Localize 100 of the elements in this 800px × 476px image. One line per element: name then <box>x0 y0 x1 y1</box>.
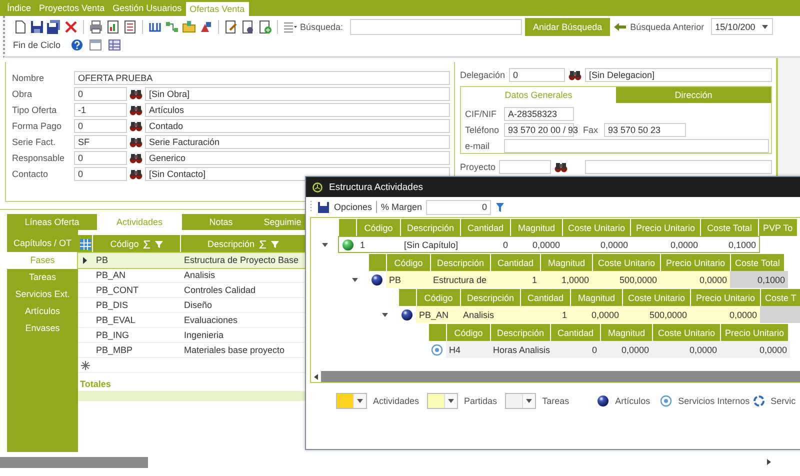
column-header[interactable]: Coste Unitario <box>652 324 720 341</box>
end-cycle-button[interactable]: Fin de Ciclo <box>13 40 61 50</box>
menu-tab[interactable]: Proyectos Venta <box>35 0 109 16</box>
detail-tab[interactable]: Notas <box>182 214 260 230</box>
column-header[interactable]: Descripción <box>400 219 460 236</box>
name-field[interactable]: OFERTA PRUEBA <box>74 71 450 85</box>
nest-search-button[interactable]: Anidar Búsqueda <box>525 18 610 36</box>
save-icon[interactable] <box>30 20 44 34</box>
column-header[interactable]: Coste Unitario <box>622 289 690 306</box>
code-field[interactable]: 0 <box>509 68 565 82</box>
description-field[interactable]: Generico <box>145 151 450 165</box>
column-header[interactable]: Precio Unitario <box>630 219 700 236</box>
column-header[interactable]: Coste Total <box>730 254 784 271</box>
column-header[interactable]: Precio Unitario <box>690 289 760 306</box>
column-header[interactable]: Magnitud <box>600 324 652 341</box>
sidebar-item[interactable]: Tareas <box>7 269 78 286</box>
column-header[interactable]: Código <box>386 254 430 271</box>
column-header[interactable]: Descripción <box>490 324 550 341</box>
column-header[interactable]: Cantidad <box>550 324 600 341</box>
description-field[interactable]: Artículos <box>145 103 450 117</box>
column-header[interactable]: Coste Unitario <box>592 254 660 271</box>
color-dropdown[interactable] <box>505 393 536 409</box>
code-field[interactable] <box>499 160 551 174</box>
binoculars-icon[interactable] <box>129 120 143 132</box>
section-tab[interactable]: Dirección <box>616 87 771 103</box>
sigma-icon[interactable] <box>142 240 151 248</box>
checklist-icon[interactable] <box>123 20 137 34</box>
binoculars-icon[interactable] <box>554 161 568 173</box>
column-header[interactable]: Magnitud <box>570 289 622 306</box>
description-field[interactable]: [Sin Obra] <box>145 87 450 101</box>
save-icon[interactable] <box>317 200 330 214</box>
scrollbar[interactable] <box>321 371 800 382</box>
detail-tab[interactable]: Líneas Oferta <box>7 214 97 230</box>
code-field[interactable]: 0 <box>74 167 127 181</box>
binoculars-icon[interactable] <box>129 104 143 116</box>
column-header[interactable]: Descripción <box>207 239 255 249</box>
menu-tab[interactable]: Gestión Usuarios <box>108 0 186 16</box>
date-dropdown[interactable]: 15/10/200 <box>711 18 774 35</box>
printer-icon[interactable] <box>89 20 103 34</box>
sidebar-item[interactable]: Capítulos / OT <box>7 235 78 252</box>
shapes-icon[interactable] <box>199 20 213 34</box>
delete-icon[interactable] <box>64 20 78 34</box>
column-header[interactable]: Magnitud <box>510 219 562 236</box>
detail-tab[interactable]: Seguimie <box>260 214 305 230</box>
sidebar-item[interactable]: Servicios Ext. <box>7 286 78 303</box>
back-arrow-icon[interactable] <box>613 20 628 32</box>
window-icon[interactable] <box>88 39 102 51</box>
scrollbar[interactable] <box>0 456 148 468</box>
filter-icon[interactable] <box>495 202 506 212</box>
column-header[interactable]: Coste Unitario <box>562 219 630 236</box>
help-icon[interactable] <box>70 39 83 51</box>
tax-id-field[interactable]: A-28358323 <box>504 107 574 121</box>
column-header[interactable]: Descripción <box>460 289 520 306</box>
binoculars-icon[interactable] <box>129 168 143 180</box>
code-field[interactable]: 0 <box>74 87 127 101</box>
column-header[interactable]: Coste Total <box>700 219 758 236</box>
description-field[interactable] <box>585 160 772 174</box>
fax-field[interactable]: 93 570 50 23 <box>604 123 686 137</box>
column-header[interactable]: Código <box>446 324 490 341</box>
filter-icon[interactable] <box>154 240 163 248</box>
code-field[interactable]: SF <box>74 135 127 149</box>
left-arrow-icon[interactable] <box>313 372 319 380</box>
tree-row[interactable]: H4 Horas Analisis 0 0,0000 0,0000 0,0000 <box>446 341 790 358</box>
column-header[interactable]: Código <box>356 219 400 236</box>
sidebar-item[interactable]: Artículos <box>7 303 78 320</box>
tree-row[interactable]: PB Estructura de 1 1,0000 500,0000 0,0000 0,1000 <box>386 271 788 288</box>
email-field[interactable] <box>504 139 769 153</box>
right-arrow-icon[interactable] <box>766 458 772 466</box>
binoculars-icon[interactable] <box>129 88 143 100</box>
document-icon[interactable] <box>13 20 27 34</box>
description-field[interactable]: [Sin Delegacion] <box>585 68 772 82</box>
column-header[interactable]: Cantidad <box>520 289 570 306</box>
tree-row[interactable]: PB_AN Analisis 1 0,0000 500,0000 0,0000 <box>416 306 800 323</box>
code-field[interactable]: 0 <box>74 151 127 165</box>
description-field[interactable]: Contado <box>145 119 450 133</box>
column-header[interactable]: Descripción <box>430 254 490 271</box>
lines-icon[interactable] <box>283 20 297 34</box>
column-header[interactable]: Código <box>416 289 460 306</box>
code-field[interactable]: -1 <box>74 103 127 117</box>
color-dropdown[interactable] <box>336 393 367 409</box>
binoculars-icon[interactable] <box>568 69 582 81</box>
column-header[interactable]: Coste T <box>760 289 800 306</box>
add-document-icon[interactable] <box>258 20 272 34</box>
report-icon[interactable] <box>106 20 120 34</box>
code-field[interactable]: 0 <box>74 119 127 133</box>
column-header[interactable]: Precio Unitario <box>660 254 730 271</box>
save-all-icon[interactable] <box>47 20 61 34</box>
column-header[interactable]: Cantidad <box>460 219 510 236</box>
column-header[interactable]: Cantidad <box>490 254 540 271</box>
sidebar-item[interactable]: Envases <box>7 320 78 337</box>
color-dropdown[interactable] <box>427 393 458 409</box>
binoculars-icon[interactable] <box>129 152 143 164</box>
folder-icon[interactable] <box>182 20 196 34</box>
sigma-icon[interactable] <box>258 240 267 248</box>
column-header[interactable]: Código <box>110 239 139 249</box>
menu-tab[interactable]: Índice <box>3 0 36 16</box>
column-header[interactable]: Precio Unitario <box>720 324 788 341</box>
binoculars-icon[interactable] <box>129 136 143 148</box>
connector-icon[interactable] <box>165 20 179 34</box>
search-field[interactable] <box>350 18 522 34</box>
